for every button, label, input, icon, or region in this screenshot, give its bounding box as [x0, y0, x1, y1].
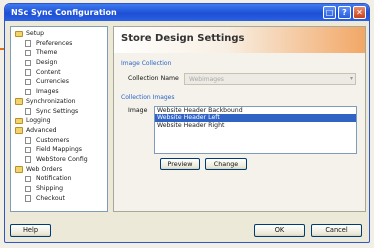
image-list[interactable]: Website Header Backbound Website Header L… — [154, 106, 357, 154]
tree-folder[interactable]: Logging — [11, 116, 107, 126]
panel-title: Store Design Settings — [121, 33, 245, 44]
collection-name-label: Collection Name — [128, 75, 179, 82]
tree-item-label: Logging — [26, 117, 51, 125]
tree-item-label: Preferences — [36, 39, 73, 47]
chevron-down-icon[interactable]: ▾ — [350, 74, 353, 84]
image-list-item[interactable]: Website Header Backbound — [155, 107, 356, 114]
tree-folder[interactable]: Setup — [11, 29, 107, 39]
folder-icon — [15, 117, 23, 125]
tree-item[interactable]: Customers — [11, 136, 107, 146]
help-button[interactable]: Help — [10, 224, 51, 237]
folder-icon — [15, 166, 23, 173]
tree-item[interactable]: Preferences — [11, 39, 107, 49]
tree-item[interactable]: WebStore Config — [11, 155, 107, 165]
tree-item-label: Shipping — [36, 185, 63, 192]
tree-folder[interactable]: Advanced — [11, 126, 107, 136]
page-icon — [25, 108, 31, 115]
settings-tree[interactable]: Setup Preferences Theme Design Content Curren… — [10, 26, 108, 212]
tree-item-label: WebStore Config — [36, 155, 88, 163]
page-icon — [25, 175, 31, 183]
tree-item-label: Theme — [36, 49, 58, 57]
page-icon — [25, 156, 31, 163]
images-section-label: Collection Images — [121, 94, 175, 101]
tree-item-label: Setup — [26, 30, 45, 37]
collection-name-select[interactable]: Webimages ▾ — [184, 73, 356, 85]
cancel-button[interactable]: Cancel — [311, 224, 362, 237]
tree-item-label: Notification — [36, 175, 72, 183]
page-icon — [25, 195, 31, 202]
ok-button[interactable]: OK — [254, 224, 305, 237]
tree-folder[interactable]: Web Orders — [11, 165, 107, 175]
window-title: NSc Sync Configuration — [11, 8, 117, 17]
tree-item-label: Field Mappings — [36, 146, 83, 154]
tree-folder[interactable]: Synchronization — [11, 97, 107, 107]
page-icon — [25, 137, 31, 144]
folder-icon — [15, 98, 23, 105]
tree-item-label: Synchronization — [26, 97, 76, 105]
page-icon — [25, 78, 31, 86]
tree-item[interactable]: Theme — [11, 48, 107, 58]
folder-icon — [15, 127, 23, 134]
tree-item-label: Advanced — [26, 126, 57, 134]
tree-item[interactable]: Checkout — [11, 194, 107, 204]
page-icon — [25, 88, 31, 96]
panel-header: Store Design Settings — [114, 27, 365, 53]
tree-item-label: Images — [36, 88, 59, 96]
folder-icon — [15, 30, 23, 37]
maximize-icon[interactable]: □ — [323, 6, 336, 19]
window-controls: □ ? ✕ — [323, 6, 366, 19]
page-icon — [25, 59, 31, 67]
change-button[interactable]: Change — [205, 158, 247, 170]
tree-item-label: Checkout — [36, 194, 65, 202]
close-icon[interactable]: ✕ — [353, 6, 366, 19]
tree-item-label: Web Orders — [26, 165, 63, 173]
tree-item[interactable]: Shipping — [11, 184, 107, 194]
page-icon — [25, 40, 31, 47]
image-label: Image — [128, 107, 148, 114]
tree-item-label: Design — [36, 59, 58, 67]
tree-item-label: Sync Settings — [36, 107, 79, 115]
tree-item-label: Currencies — [36, 78, 69, 86]
tree-item[interactable]: Images — [11, 87, 107, 97]
image-list-item[interactable]: Website Header Left — [155, 114, 356, 122]
tree-item[interactable]: Currencies — [11, 77, 107, 87]
tree-item[interactable]: Content — [11, 68, 107, 78]
help-icon[interactable]: ? — [338, 6, 351, 19]
collection-section-label: Image Collection — [121, 60, 172, 67]
tree-item[interactable]: Field Mappings — [11, 145, 107, 155]
page-icon — [25, 49, 31, 57]
page-icon — [25, 146, 31, 154]
collection-name-value: Webimages — [189, 75, 224, 83]
page-icon — [25, 185, 31, 192]
page-icon — [25, 69, 31, 76]
title-bar[interactable]: NSc Sync Configuration □ ? ✕ — [5, 4, 369, 21]
configuration-window: NSc Sync Configuration □ ? ✕ Setup Prefer… — [4, 3, 370, 243]
tree-item[interactable]: Design — [11, 58, 107, 68]
tree-item-label: Customers — [36, 136, 70, 144]
preview-button[interactable]: Preview — [160, 158, 200, 170]
settings-panel: Store Design Settings Image Collection C… — [113, 26, 366, 212]
image-list-item[interactable]: Website Header Right — [155, 122, 356, 129]
tree-item[interactable]: Notification — [11, 174, 107, 184]
tree-item[interactable]: Sync Settings — [11, 107, 107, 117]
tree-item-label: Content — [36, 68, 61, 76]
